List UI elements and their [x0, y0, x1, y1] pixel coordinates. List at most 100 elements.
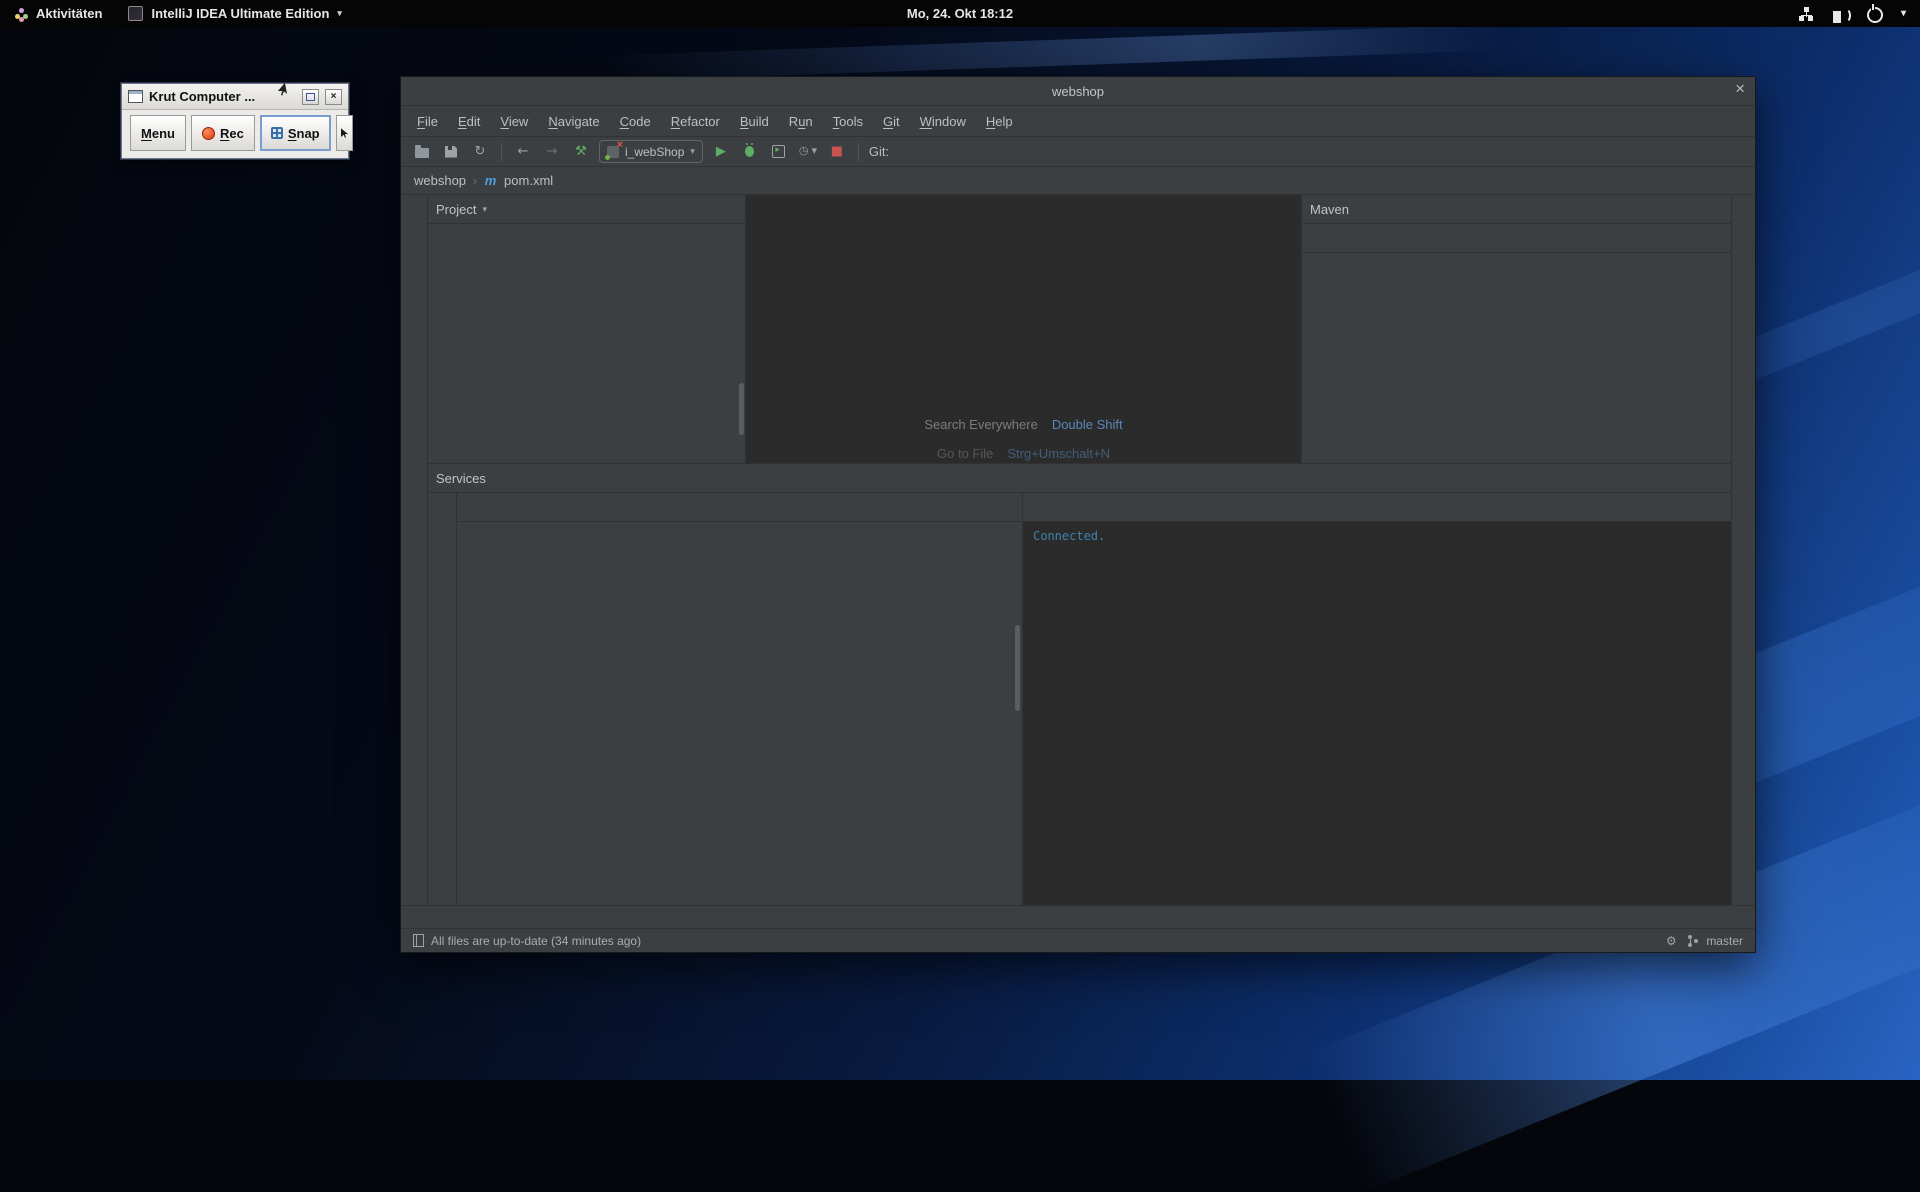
maven-tool-window: Maven: [1301, 195, 1731, 463]
stop-button[interactable]: ■: [826, 141, 848, 163]
maximize-icon: [306, 93, 315, 101]
intellij-logo-icon: [128, 6, 143, 21]
breadcrumb-separator: ›: [473, 174, 477, 188]
services-panel-title: Services: [436, 471, 486, 486]
krut-close-button[interactable]: ×: [325, 89, 342, 105]
hint-line: Search EverywhereDouble Shift: [746, 417, 1301, 432]
gnome-top-bar: Aktivitäten IntelliJ IDEA Ultimate Editi…: [0, 0, 1920, 27]
settings-icon[interactable]: ⚙: [1663, 933, 1679, 949]
menu-code[interactable]: Code: [610, 114, 661, 129]
activities-button[interactable]: Aktivitäten: [0, 6, 102, 21]
left-tool-window-stripe: [401, 195, 428, 905]
open-project-button[interactable]: [411, 141, 433, 163]
menu-edit[interactable]: Edit: [448, 114, 490, 129]
chevron-down-icon: ▾: [337, 8, 342, 19]
editor-area[interactable]: Search EverywhereDouble Shift Go to File…: [746, 195, 1301, 463]
menu-tools[interactable]: Tools: [823, 114, 873, 129]
services-gutter-toolbar: [428, 493, 457, 905]
build-project-icon: ⚒: [573, 144, 589, 160]
git-branch-icon: [1687, 934, 1698, 947]
record-dot-icon: [202, 127, 215, 140]
mouse-pointer-icon: [341, 128, 348, 138]
menu-window[interactable]: Window: [910, 114, 976, 129]
open-project-icon: [415, 148, 429, 158]
back-icon: ←: [515, 144, 531, 160]
krut-pointer-button[interactable]: [336, 115, 353, 151]
git-toolbar-label: Git:: [869, 144, 889, 159]
services-panel-header[interactable]: Services: [428, 464, 1731, 493]
debug-icon: [745, 146, 754, 157]
activities-icon: [14, 7, 28, 21]
intellij-window: webshop × FileEditViewNavigateCodeRefact…: [400, 76, 1756, 953]
run-with-coverage-button[interactable]: [768, 141, 790, 163]
krut-window-icon: [128, 90, 143, 103]
krut-button-row: Menu Rec Snap: [122, 110, 348, 156]
krut-title-bar[interactable]: Krut Computer ... ×: [122, 84, 348, 110]
main-toolbar: ↻ ← → ⚒ i_webShop ▾ ▶ ◷ ▾ ■ Git:: [401, 137, 1755, 167]
menu-bar: FileEditViewNavigateCodeRefactorBuildRun…: [401, 106, 1755, 137]
chevron-down-icon: ▾: [690, 146, 695, 157]
run-button[interactable]: ▶: [710, 141, 732, 163]
krut-menu-button[interactable]: Menu: [130, 115, 186, 151]
project-tool-window: Project ▾: [428, 195, 746, 463]
services-scrollbar[interactable]: [1015, 625, 1020, 711]
forward-button[interactable]: →: [541, 141, 563, 163]
project-panel-title: Project: [436, 202, 476, 217]
profiler-icon: ◷ ▾: [798, 145, 818, 159]
run-with-coverage-icon: [772, 145, 785, 158]
build-project-button[interactable]: ⚒: [570, 141, 592, 163]
menu-view[interactable]: View: [490, 114, 538, 129]
git-branch-name[interactable]: master: [1706, 934, 1743, 948]
menu-file[interactable]: File: [407, 114, 448, 129]
menu-git[interactable]: Git: [873, 114, 910, 129]
hint-line: Go to FileStrg+Umschalt+N: [746, 446, 1301, 461]
menu-run[interactable]: Run: [779, 114, 823, 129]
chevron-down-icon[interactable]: ▾: [482, 204, 487, 215]
window-close-button[interactable]: ×: [1735, 79, 1745, 99]
services-detail-pane: Connected.: [1022, 493, 1731, 905]
volume-icon: [1833, 7, 1849, 21]
maven-file-icon: m: [484, 173, 497, 189]
hint-action: Search Everywhere: [924, 417, 1037, 432]
attached-console-output[interactable]: Connected.: [1023, 522, 1731, 905]
breadcrumb-file[interactable]: pom.xml: [504, 173, 553, 188]
menu-refactor[interactable]: Refactor: [661, 114, 730, 129]
run-configuration-select[interactable]: i_webShop ▾: [599, 140, 703, 163]
activities-label: Aktivitäten: [36, 6, 102, 21]
krut-window-title: Krut Computer ...: [149, 89, 296, 104]
maven-panel-header[interactable]: Maven: [1302, 195, 1731, 224]
network-icon: [1798, 7, 1815, 21]
toolbar-separator: [858, 143, 859, 161]
services-toolbar: [457, 493, 1022, 522]
power-icon: [1867, 7, 1883, 23]
menu-help[interactable]: Help: [976, 114, 1023, 129]
debug-button[interactable]: [739, 141, 761, 163]
right-tool-window-stripe: [1731, 195, 1755, 905]
breadcrumb-project[interactable]: webshop: [414, 173, 466, 188]
synchronize-icon: ↻: [472, 144, 488, 160]
services-tabs: [1023, 493, 1731, 522]
krut-maximize-button[interactable]: [302, 89, 319, 105]
menu-build[interactable]: Build: [730, 114, 779, 129]
window-title-bar[interactable]: webshop ×: [401, 77, 1755, 106]
save-all-button[interactable]: [440, 141, 462, 163]
toolbar-separator: [501, 143, 502, 161]
menu-navigate[interactable]: Navigate: [538, 114, 609, 129]
files-status-icon: [413, 934, 424, 947]
project-panel-header[interactable]: Project ▾: [428, 195, 745, 224]
breadcrumb: webshop › m pom.xml: [401, 167, 1755, 195]
krut-snap-button[interactable]: Snap: [260, 115, 331, 151]
project-scrollbar[interactable]: [739, 383, 744, 435]
status-message[interactable]: All files are up-to-date (34 minutes ago…: [431, 934, 641, 948]
snapshot-icon: [271, 127, 283, 139]
krut-rec-button[interactable]: Rec: [191, 115, 255, 151]
run-config-label: i_webShop: [625, 145, 684, 159]
profiler-button[interactable]: ◷ ▾: [797, 141, 819, 163]
stop-icon: ■: [829, 144, 845, 160]
synchronize-button[interactable]: ↻: [469, 141, 491, 163]
system-tray[interactable]: ▾: [1798, 4, 1920, 23]
chevron-down-icon: ▾: [1901, 8, 1906, 19]
back-button[interactable]: ←: [512, 141, 534, 163]
window-title: webshop: [1052, 84, 1104, 99]
focused-app-menu[interactable]: IntelliJ IDEA Ultimate Edition ▾: [102, 6, 341, 21]
